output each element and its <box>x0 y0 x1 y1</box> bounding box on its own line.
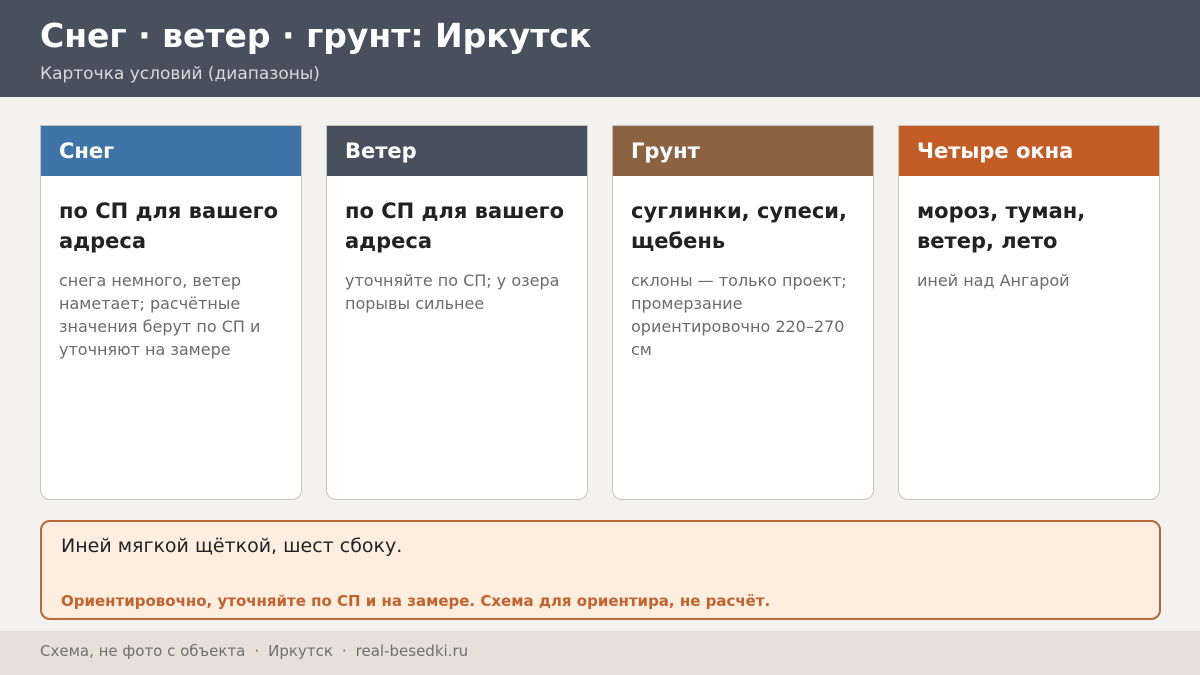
card-main-text: суглинки, супеси, щебень <box>631 199 847 253</box>
card-note: уточняйте по СП; у озера порывы сильнее <box>345 271 560 313</box>
card-main-text: мороз, туман, ветер, лето <box>917 199 1086 253</box>
card-wind: Ветер по СП для вашего адреса уточняйте … <box>326 125 588 500</box>
footer-city: Иркутск <box>268 642 333 660</box>
card-heading: Четыре окна <box>899 126 1159 176</box>
card-main-text: по СП для вашего адреса <box>345 199 565 253</box>
footer-line: Схема, не фото с объекта · Иркутск · real-be… <box>40 642 468 660</box>
advice-text: Иней мягкой щёткой, шест сбоку. <box>61 535 403 557</box>
card-heading: Грунт <box>613 126 873 176</box>
page-title: Снег · ветер · грунт: Иркутск <box>40 16 592 55</box>
card-heading: Снег <box>41 126 301 176</box>
card-snow: Снег по СП для вашего адреса снега немно… <box>40 125 302 500</box>
page-subtitle: Карточка условий (диапазоны) <box>40 64 320 84</box>
header: Снег · ветер · грунт: Иркутск Карточка у… <box>0 0 1200 97</box>
card-soil: Грунт суглинки, супеси, щебень склоны — … <box>612 125 874 500</box>
disclaimer-text: Ориентировочно, уточняйте по СП и на зам… <box>61 592 771 610</box>
footer: Схема, не фото с объекта · Иркутск · real-be… <box>0 631 1200 675</box>
footer-source: Схема, не фото с объекта <box>40 642 246 660</box>
card-note: склоны — только проект; промерзание орие… <box>631 271 847 359</box>
card-four-windows: Четыре окна мороз, туман, ветер, лето ин… <box>898 125 1160 500</box>
footer-separator: · <box>341 642 347 660</box>
card-heading: Ветер <box>327 126 587 176</box>
advice-box: Иней мягкой щёткой, шест сбоку. Ориентир… <box>40 520 1161 620</box>
footer-separator: · <box>254 642 260 660</box>
card-main-text: по СП для вашего адреса <box>59 199 279 253</box>
card-note: иней над Ангарой <box>917 271 1070 290</box>
card-note: снега немного, ветер наметает; расчётные… <box>59 271 261 359</box>
footer-site: real-besedki.ru <box>355 642 469 660</box>
